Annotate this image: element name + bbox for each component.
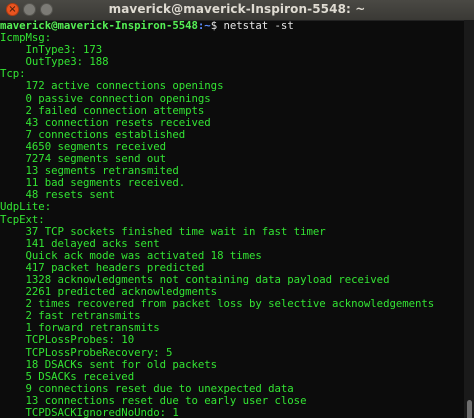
output-line: 141 delayed acks sent: [0, 236, 160, 250]
output-line: OutType3: 188: [0, 55, 109, 69]
output-line: UdpLite:: [0, 200, 52, 214]
window-title: maverick@maverick-Inspiron-5548: ~: [108, 2, 366, 16]
output-line: TCPLossProbeRecovery: 5: [0, 345, 173, 359]
output-line: 5 DSACKs received: [0, 369, 135, 383]
output-line: 0 passive connection openings: [0, 91, 211, 105]
output-line: TcpExt:: [0, 212, 45, 226]
terminal-output[interactable]: maverick@maverick-Inspiron-5548:~$ netst…: [0, 20, 464, 418]
output-line: 2 failed connection attempts: [0, 103, 205, 117]
output-line: TCPLossProbes: 10: [0, 333, 135, 347]
output-line: 37 TCP sockets finished time wait in fas…: [0, 224, 326, 238]
output-line: 48 resets sent: [0, 188, 115, 202]
output-line: TCPDSACKIgnoredNoUndo: 1: [0, 406, 179, 418]
command-output: IcmpMsg: InType3: 173 OutType3: 188 Tcp: …: [0, 31, 464, 418]
output-line: 172 active connections openings: [0, 79, 224, 93]
scrollbar[interactable]: [464, 20, 474, 418]
output-line: 18 DSACKs sent for old packets: [0, 357, 218, 371]
title-bar[interactable]: × maverick@maverick-Inspiron-5548: ~: [0, 0, 474, 21]
scrollbar-thumb[interactable]: [467, 400, 472, 418]
prompt-command: $ netstat -st: [210, 20, 294, 32]
terminal-window: × maverick@maverick-Inspiron-5548: ~ mav…: [0, 0, 474, 418]
prompt-line: maverick@maverick-Inspiron-5548:~$ netst…: [0, 20, 464, 32]
prompt-path: :~: [197, 20, 211, 32]
